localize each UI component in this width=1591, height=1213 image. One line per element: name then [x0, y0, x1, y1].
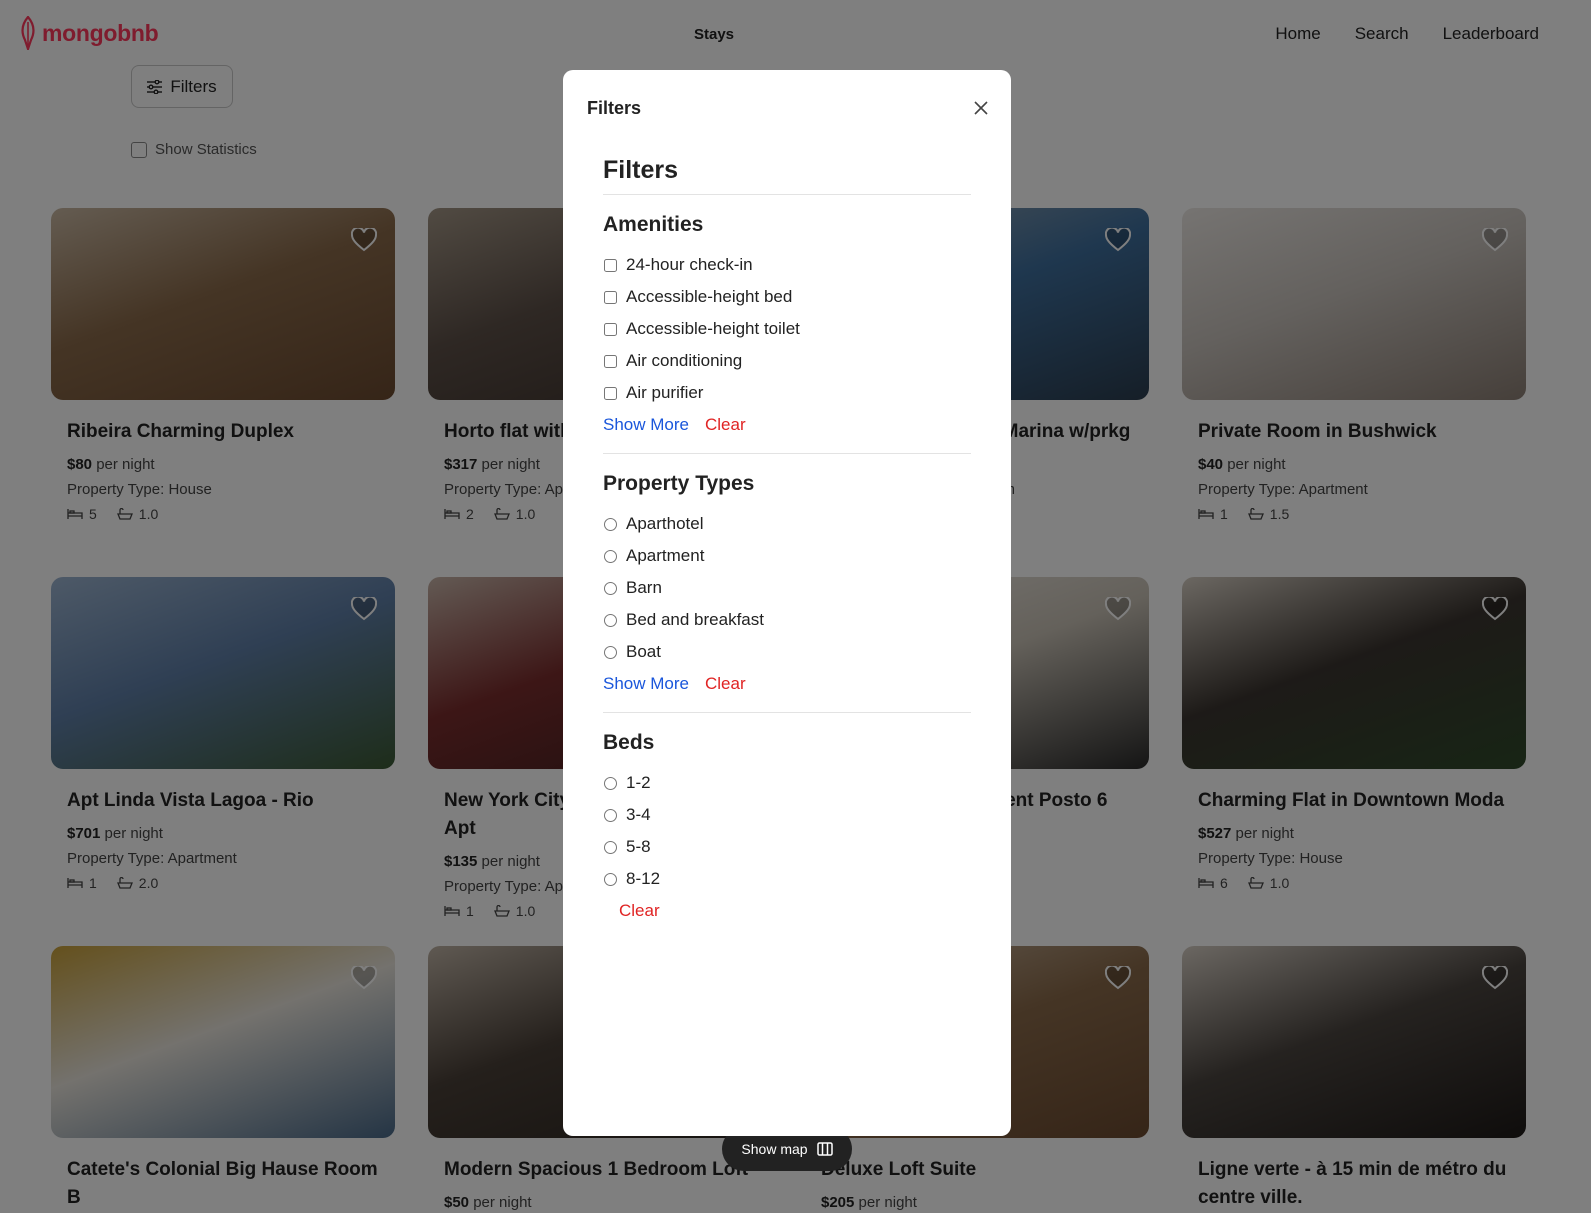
beds-radio[interactable]: [604, 776, 617, 790]
property-type-radio[interactable]: [604, 613, 617, 627]
beds-radio[interactable]: [604, 840, 617, 854]
close-icon[interactable]: [973, 100, 989, 116]
property-type-label: Boat: [626, 642, 661, 661]
beds-label: 1-2: [626, 773, 651, 792]
amenity-option[interactable]: Accessible-height bed: [603, 281, 971, 313]
property-types-actions: Show More Clear: [603, 668, 971, 700]
filters-modal: Filters Filters Amenities 24-hour check-…: [563, 70, 1011, 1136]
filters-title: Filters: [603, 156, 679, 184]
beds-clear-link[interactable]: Clear: [619, 901, 660, 921]
beds-section: Beds 1-2 3-4 5-8 8-12 Clear: [603, 713, 971, 927]
property-type-radio[interactable]: [604, 645, 617, 659]
amenities-title: Amenities: [603, 213, 704, 236]
property-types-clear-link[interactable]: Clear: [705, 674, 746, 694]
property-type-radio[interactable]: [604, 517, 617, 531]
beds-label: 8-12: [626, 869, 661, 888]
amenity-checkbox[interactable]: [604, 322, 617, 336]
beds-option[interactable]: 1-2: [603, 767, 971, 799]
property-type-label: Bed and breakfast: [626, 610, 764, 629]
amenity-label: Air purifier: [626, 383, 704, 402]
property-type-option[interactable]: Barn: [603, 572, 971, 604]
property-type-label: Apartment: [626, 546, 705, 565]
amenities-clear-link[interactable]: Clear: [705, 415, 746, 435]
beds-actions: Clear: [603, 895, 971, 927]
amenity-checkbox[interactable]: [604, 258, 617, 272]
amenity-label: Accessible-height bed: [626, 287, 793, 306]
beds-option[interactable]: 3-4: [603, 799, 971, 831]
amenity-label: Air conditioning: [626, 351, 743, 370]
property-type-radio[interactable]: [604, 549, 617, 563]
property-type-label: Aparthotel: [626, 514, 704, 533]
property-type-option[interactable]: Boat: [603, 636, 971, 668]
property-type-label: Barn: [626, 578, 662, 597]
amenity-label: 24-hour check-in: [626, 255, 753, 274]
amenities-actions: Show More Clear: [603, 409, 971, 441]
beds-option[interactable]: 8-12: [603, 863, 971, 895]
beds-label: 5-8: [626, 837, 651, 856]
beds-label: 3-4: [626, 805, 651, 824]
property-type-option[interactable]: Apartment: [603, 540, 971, 572]
map-icon: [816, 1142, 833, 1156]
amenity-checkbox[interactable]: [604, 290, 617, 304]
property-types-title: Property Types: [603, 472, 755, 495]
amenity-checkbox[interactable]: [604, 386, 617, 400]
amenity-option[interactable]: Air conditioning: [603, 345, 971, 377]
property-type-radio[interactable]: [604, 581, 617, 595]
property-types-show-more-link[interactable]: Show More: [603, 674, 689, 694]
beds-title: Beds: [603, 731, 655, 754]
amenity-checkbox[interactable]: [604, 354, 617, 368]
modal-body: Filters Amenities 24-hour check-in Acces…: [603, 150, 971, 939]
beds-radio[interactable]: [604, 872, 617, 886]
property-types-section: Property Types Aparthotel Apartment Barn…: [603, 454, 971, 700]
amenity-option[interactable]: 24-hour check-in: [603, 249, 971, 281]
property-type-option[interactable]: Bed and breakfast: [603, 604, 971, 636]
property-type-option[interactable]: Aparthotel: [603, 508, 971, 540]
amenity-label: Accessible-height toilet: [626, 319, 800, 338]
amenity-option[interactable]: Accessible-height toilet: [603, 313, 971, 345]
amenity-option[interactable]: Air purifier: [603, 377, 971, 409]
amenities-section: Amenities 24-hour check-in Accessible-he…: [603, 195, 971, 441]
beds-radio[interactable]: [604, 808, 617, 822]
beds-option[interactable]: 5-8: [603, 831, 971, 863]
amenities-show-more-link[interactable]: Show More: [603, 415, 689, 435]
modal-header-title: Filters: [587, 98, 642, 118]
show-map-label: Show map: [741, 1141, 808, 1157]
